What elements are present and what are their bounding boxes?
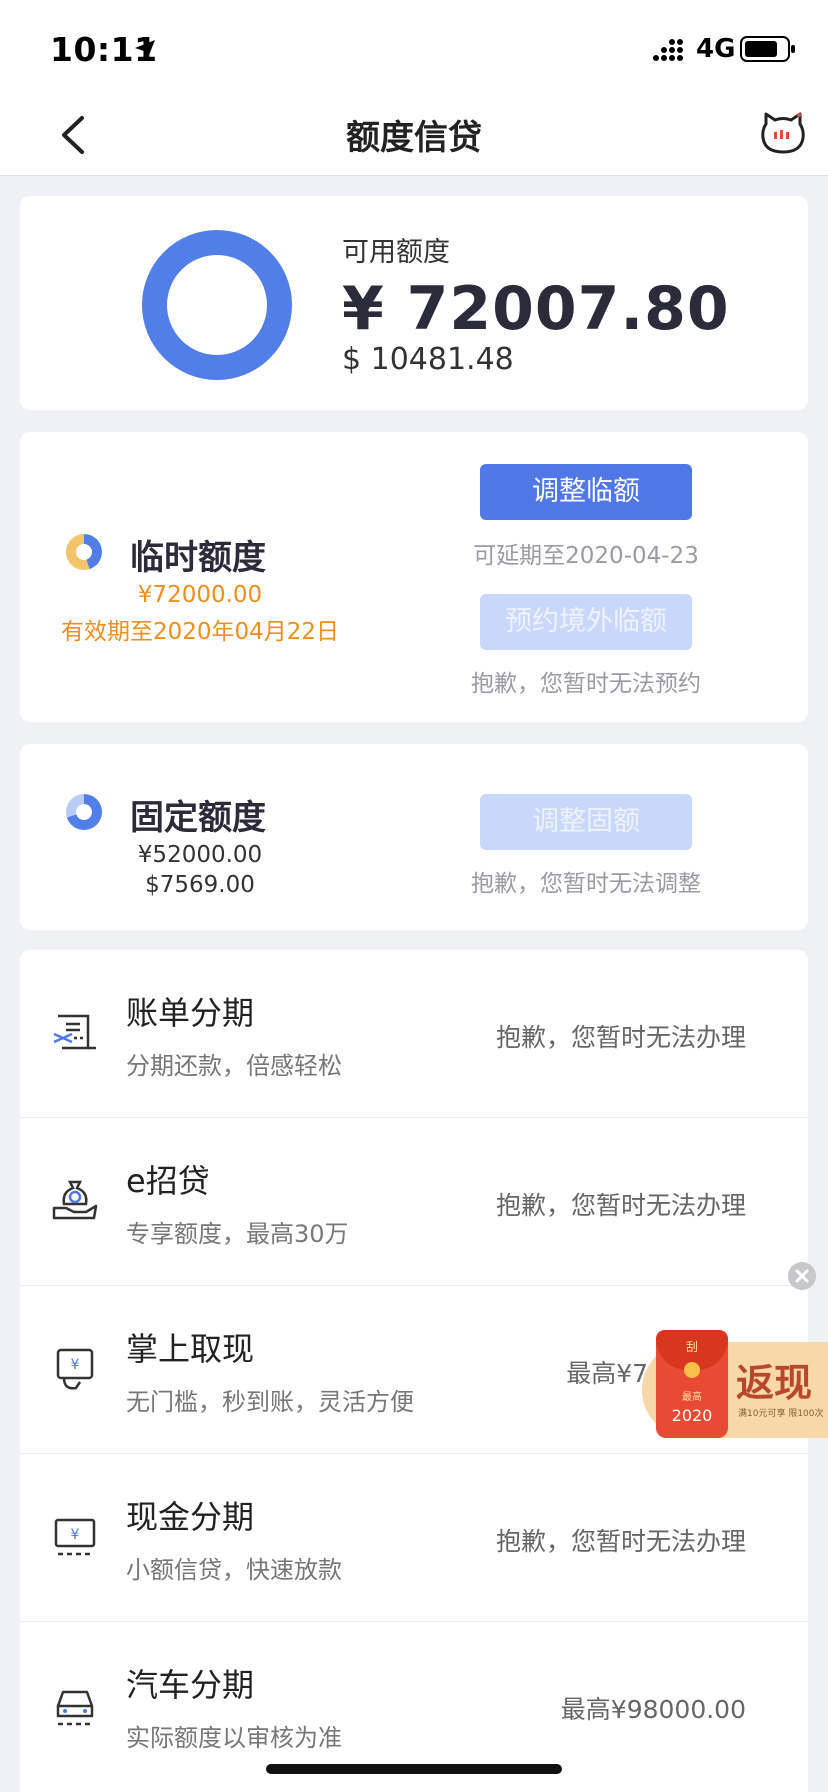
promo-fine-print: 满10元可享 限100次	[738, 1409, 824, 1419]
service-row-e-loan[interactable]: e招贷 专享额度，最高30万 抱歉，您暂时无法办理	[20, 1118, 808, 1286]
nav-bar: 额度信贷	[0, 96, 828, 176]
status-bar: 10:11 4G	[0, 0, 828, 96]
service-row-bill-installment[interactable]: 账单分期 分期还款，倍感轻松 抱歉，您暂时无法办理	[20, 950, 808, 1118]
service-status: 最高¥7	[566, 1359, 648, 1388]
service-title: 掌上取现	[126, 1330, 255, 1368]
service-status: 抱歉，您暂时无法办理	[495, 1527, 746, 1556]
adjust-fixed-quota-button[interactable]: 调整固额	[480, 794, 692, 850]
money-bag-hand-icon	[52, 1180, 98, 1220]
bill-installment-icon	[53, 1014, 96, 1050]
cat-assistant-icon[interactable]	[760, 110, 806, 156]
svg-text:¥: ¥	[71, 1357, 80, 1373]
fixed-quota-card: 固定额度 ¥52000.00 $7569.00 调整固额 抱歉，您暂时无法调整	[20, 744, 808, 930]
available-quota-cny: ¥ 72007.80	[342, 274, 730, 344]
handheld-cash-icon: ¥	[56, 1348, 94, 1390]
car-icon	[56, 1690, 94, 1726]
page-title: 额度信贷	[346, 118, 482, 158]
service-title: 汽车分期	[126, 1666, 255, 1704]
service-title: 账单分期	[126, 994, 255, 1032]
promo-year: 2020	[671, 1406, 713, 1425]
cash-monitor-icon: ¥	[54, 1518, 96, 1556]
available-quota-usd: $ 10481.48	[342, 342, 514, 377]
home-indicator	[266, 1764, 562, 1774]
battery-icon	[740, 36, 795, 62]
available-quota-label: 可用额度	[342, 237, 450, 268]
signal-icon	[653, 39, 683, 61]
reserve-overseas-quota-button[interactable]: 预约境外临额	[480, 594, 692, 650]
service-status: 最高¥98000.00	[560, 1695, 746, 1724]
temporary-quota-amount: ¥72000.00	[137, 582, 263, 608]
promo-max-label: 最高	[682, 1392, 702, 1403]
fixed-quota-usd: $7569.00	[145, 872, 255, 898]
service-title: e招贷	[126, 1162, 210, 1200]
fixed-quota-title: 固定额度	[130, 798, 266, 838]
quota-donut-chart	[142, 230, 292, 380]
service-status: 抱歉，您暂时无法办理	[495, 1023, 746, 1052]
temporary-quota-validity: 有效期至2020年04月22日	[60, 619, 340, 645]
service-subtitle: 实际额度以审核为准	[126, 1724, 342, 1752]
adjust-fixed-quota-note: 抱歉，您暂时无法调整	[471, 871, 701, 897]
service-title: 现金分期	[126, 1498, 255, 1536]
service-subtitle: 无门槛，秒到账，灵活方便	[126, 1388, 414, 1416]
temporary-quota-pie-icon	[66, 534, 102, 570]
reserve-overseas-quota-note: 抱歉，您暂时无法预约	[471, 671, 701, 697]
promo-headline: 返现	[736, 1361, 813, 1405]
service-status: 抱歉，您暂时无法办理	[495, 1191, 746, 1220]
svg-text:¥: ¥	[71, 1527, 80, 1543]
adjust-temporary-quota-note: 可延期至2020-04-23	[473, 543, 699, 569]
fixed-quota-cny: ¥52000.00	[137, 842, 263, 868]
service-subtitle: 分期还款，倍感轻松	[126, 1052, 342, 1080]
temporary-quota-title: 临时额度	[130, 538, 266, 578]
adjust-temporary-quota-button[interactable]: 调整临额	[480, 464, 692, 520]
service-row-cash-installment[interactable]: ¥ 现金分期 小额信贷，快速放款 抱歉，您暂时无法办理	[20, 1454, 808, 1622]
gold-coin-icon	[684, 1362, 700, 1378]
cashback-promo-banner[interactable]: 刮 最高 2020 返现 满10元可享 限100次	[642, 1330, 828, 1442]
service-subtitle: 小额信贷，快速放款	[126, 1556, 342, 1584]
close-promo-icon[interactable]	[788, 1262, 816, 1290]
temporary-quota-card: 临时额度 ¥72000.00 有效期至2020年04月22日 调整临额 可延期至…	[20, 432, 808, 722]
fixed-quota-pie-icon	[66, 794, 102, 830]
network-label: 4G	[696, 34, 736, 64]
service-subtitle: 专享额度，最高30万	[126, 1220, 349, 1248]
promo-scratch-label: 刮	[685, 1340, 698, 1354]
available-quota-card: 可用额度 ¥ 72007.80 $ 10481.48	[20, 196, 808, 410]
location-arrow-icon	[135, 40, 155, 60]
